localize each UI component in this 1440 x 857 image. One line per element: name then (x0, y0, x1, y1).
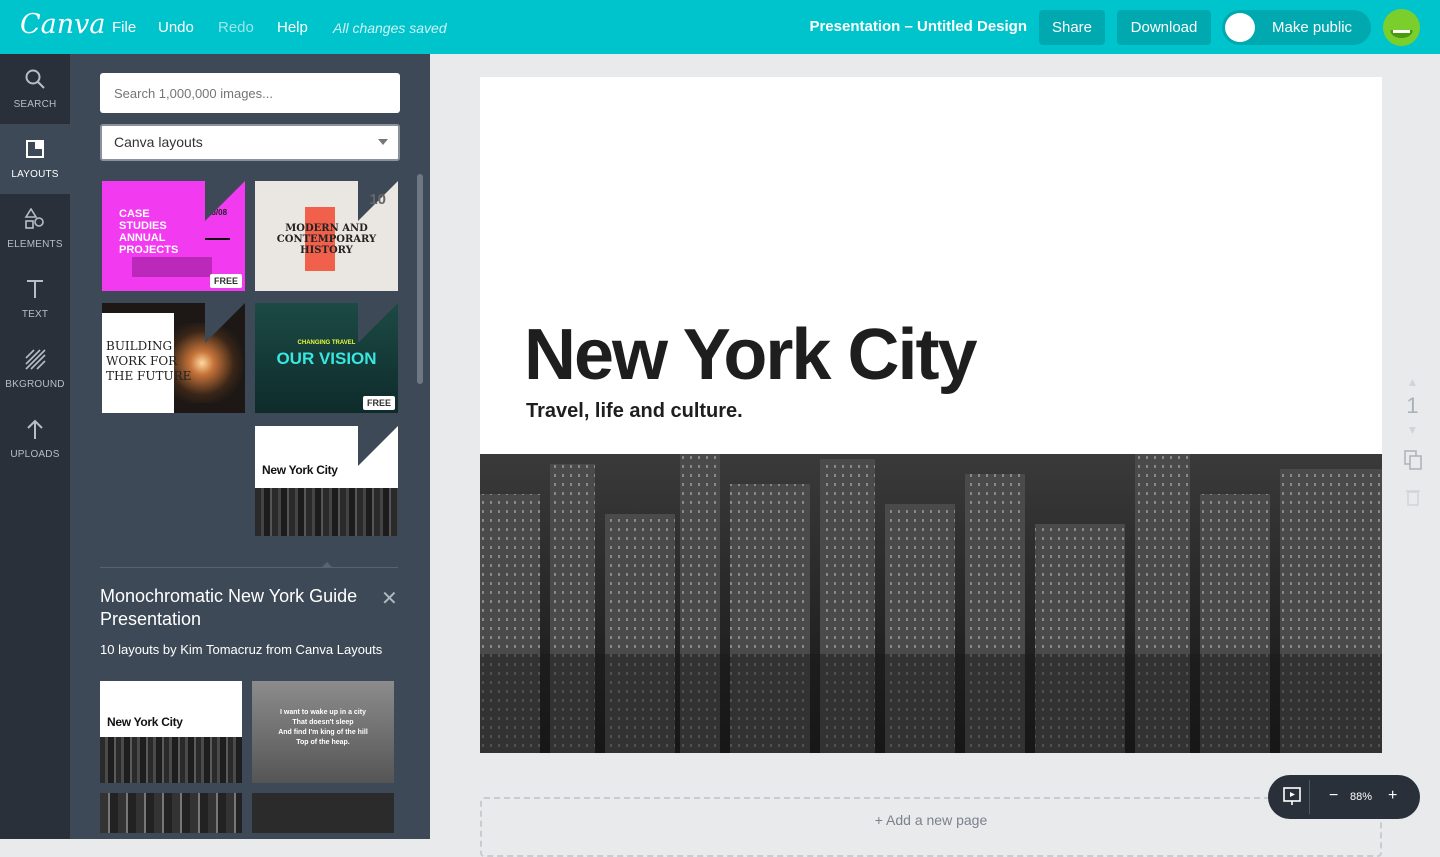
divider (100, 567, 398, 568)
zoom-out-button[interactable]: − (1329, 787, 1338, 805)
search-icon (25, 69, 45, 89)
page-curl (205, 181, 245, 221)
file-menu[interactable]: File (112, 19, 136, 36)
page-tools: ▲ 1 ▼ (1400, 375, 1425, 513)
layout-count: 10 (369, 191, 386, 208)
document-title[interactable]: Presentation – Untitled Design (809, 18, 1027, 35)
layouts-panel: Canva layouts CASE STUDIES ANNUAL PROJEC… (70, 54, 430, 839)
page-number: 1 (1406, 393, 1419, 418)
image-search-input[interactable] (100, 73, 400, 113)
page-curl (358, 426, 398, 466)
close-icon[interactable]: ✕ (381, 586, 398, 611)
city-photo[interactable] (480, 454, 1382, 753)
zoom-in-button[interactable]: + (1388, 787, 1397, 805)
canva-logo[interactable]: Canva (20, 9, 106, 40)
city-skyline-image (480, 454, 1382, 753)
collection-thumb-nyc[interactable]: New York City (100, 681, 242, 783)
make-public-label: Make public (1272, 19, 1353, 36)
layout-thumb-nyc[interactable]: New York City (255, 426, 398, 536)
zoom-level: 88% (1350, 791, 1373, 803)
help-menu[interactable]: Help (277, 19, 308, 36)
undo-button[interactable]: Undo (158, 19, 194, 36)
present-icon (1283, 787, 1301, 805)
thumb-city-photo (255, 488, 398, 536)
download-button[interactable]: Download (1117, 10, 1211, 45)
make-public-toggle[interactable]: Make public (1222, 10, 1371, 45)
collection-thumb-4[interactable] (252, 793, 394, 833)
panel-scrollbar[interactable] (417, 174, 423, 384)
top-bar: Canva File Undo Redo Help All changes sa… (0, 0, 1440, 54)
duplicate-page-icon[interactable] (1403, 449, 1423, 471)
layout-source-select[interactable]: Canva layouts (100, 124, 400, 161)
rail-item-search[interactable]: SEARCH (0, 54, 70, 124)
thumb-vision-title: OUR VISION (276, 349, 377, 368)
layout-thumb-history[interactable]: MODERN AND CONTEMPORARY HISTORY 10 (255, 181, 398, 291)
preview-city-photo (100, 737, 242, 783)
preview-nyc-title: New York City (107, 715, 183, 729)
text-t-icon (27, 280, 43, 298)
zoom-control: − 88% + (1268, 775, 1420, 819)
upload-arrow-icon (27, 419, 43, 439)
rail-label-uploads: UPLOADS (10, 449, 60, 460)
add-page-button[interactable]: + Add a new page (480, 797, 1382, 857)
rail-label-search: SEARCH (13, 99, 57, 110)
layout-thumb-vision[interactable]: CHANGING TRAVEL OUR VISION FREE (255, 303, 398, 413)
free-badge: FREE (209, 274, 242, 288)
thumb-history-text: MODERN AND CONTEMPORARY HISTORY (276, 223, 377, 256)
rail-item-uploads[interactable]: UPLOADS (0, 404, 70, 474)
layout-thumb-case-studies[interactable]: CASE STUDIES ANNUAL PROJECTS 08/08 FREE (102, 181, 245, 291)
thumb-building-text: BUILDING WORK FOR THE FUTURE (106, 339, 192, 383)
thumb-photo (132, 257, 212, 277)
redo-button[interactable]: Redo (218, 19, 254, 36)
preview-quote: I want to wake up in a city That doesn't… (278, 709, 368, 746)
page-up-icon[interactable]: ▲ (1400, 375, 1425, 389)
collection-byline: 10 layouts by Kim Tomacruz from Canva La… (100, 642, 383, 657)
rail-item-layouts[interactable]: LAYOUTS (0, 124, 70, 194)
side-rail: SEARCH LAYOUTS ELEMENTS TEXT BKGROUND UP… (0, 54, 70, 839)
share-button[interactable]: Share (1039, 10, 1105, 45)
select-value: Canva layouts (114, 134, 203, 150)
thumb-case-text: CASE STUDIES ANNUAL PROJECTS (119, 208, 179, 256)
free-badge: FREE (362, 396, 395, 410)
shapes-icon (24, 208, 44, 229)
thumb-dash (205, 238, 230, 240)
trash-icon[interactable] (1403, 486, 1423, 508)
save-status: All changes saved (333, 20, 447, 36)
thumb-nyc-title: New York City (262, 463, 338, 477)
rail-label-text: TEXT (21, 309, 49, 320)
collection-thumb-3[interactable] (100, 793, 242, 833)
rail-item-background[interactable]: BKGROUND (0, 334, 70, 404)
page-curl (205, 303, 245, 343)
avatar[interactable] (1383, 9, 1420, 46)
rail-item-text[interactable]: TEXT (0, 264, 70, 334)
slide-title[interactable]: New York City (524, 314, 977, 396)
background-pattern-icon (25, 349, 46, 370)
toggle-knob (1225, 13, 1255, 42)
page-curl (358, 303, 398, 343)
page-down-icon[interactable]: ▼ (1400, 423, 1425, 437)
chevron-down-icon (378, 139, 388, 145)
rail-label-elements: ELEMENTS (7, 239, 63, 250)
slide-subtitle[interactable]: Travel, life and culture. (526, 400, 743, 423)
rail-item-elements[interactable]: ELEMENTS (0, 194, 70, 264)
layouts-icon (26, 140, 44, 158)
collection-title: Monochromatic New York Guide Presentatio… (100, 586, 358, 629)
present-button[interactable] (1278, 780, 1310, 814)
slide-canvas[interactable]: New York City Travel, life and culture. (480, 77, 1382, 454)
rail-label-layouts: LAYOUTS (11, 169, 59, 180)
smiley-avatar-icon (1390, 24, 1413, 38)
layout-thumb-building[interactable]: BUILDING WORK FOR THE FUTURE (102, 303, 245, 413)
rail-label-background: BKGROUND (5, 379, 65, 390)
collection-thumb-quote[interactable]: I want to wake up in a city That doesn't… (252, 681, 394, 783)
